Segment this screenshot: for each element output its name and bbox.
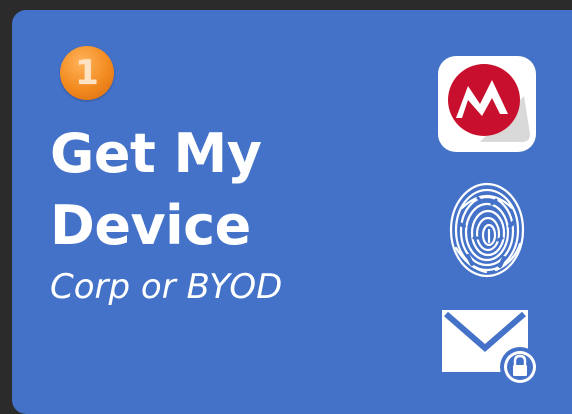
card-title-line-1: Get My — [50, 122, 262, 185]
step-number: 1 — [75, 53, 99, 93]
step-1-icon: 1 — [60, 46, 114, 100]
card-title-line-2: Device — [50, 194, 251, 257]
card-subtitle: Corp or BYOD — [50, 267, 283, 307]
locked-mail-icon — [442, 310, 540, 387]
fingerprint-icon — [449, 182, 525, 278]
card-title: Get My Device — [50, 118, 262, 262]
get-my-device-card[interactable]: 1 Get My Device Corp or BYOD — [12, 10, 572, 414]
mobileiron-app-icon — [438, 56, 536, 152]
